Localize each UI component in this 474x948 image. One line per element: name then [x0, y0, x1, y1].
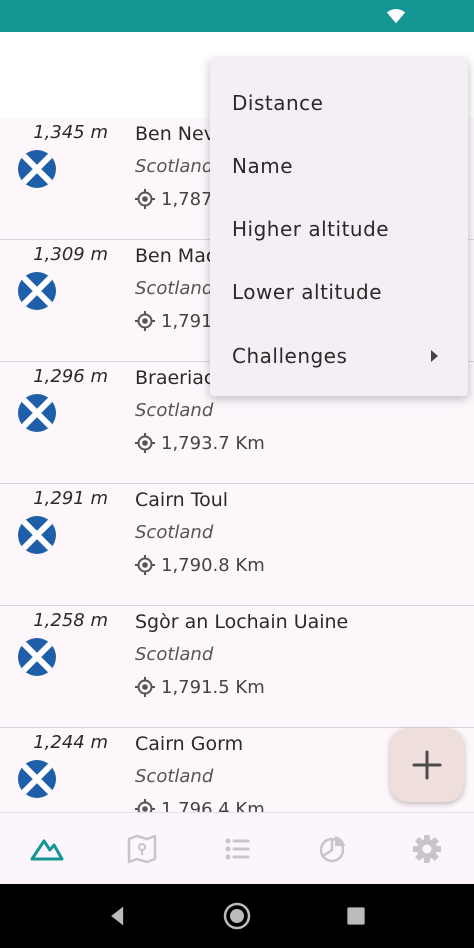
scotland-flag-icon — [18, 150, 56, 188]
peak-altitude: 1,244 m — [33, 732, 108, 753]
add-button[interactable] — [390, 728, 464, 802]
menu-item-name[interactable]: Name — [210, 134, 468, 197]
menu-item-challenges-label: Challenges — [232, 343, 348, 368]
scotland-flag-icon — [18, 760, 56, 798]
location-target-icon — [135, 189, 155, 209]
peak-name: Ben Mac — [135, 245, 217, 267]
map-icon — [127, 834, 157, 864]
plus-icon — [412, 750, 442, 780]
nav-item-list[interactable] — [190, 813, 284, 885]
peak-region: Scotland — [135, 156, 214, 177]
peak-region: Scotland — [135, 522, 214, 543]
nav-item-map[interactable] — [95, 813, 189, 885]
peak-region: Scotland — [135, 400, 214, 421]
peak-name: Braeriac — [135, 367, 215, 389]
peak-region: Scotland — [135, 766, 214, 787]
sort-menu: Distance Name Higher altitude Lower alti… — [210, 58, 468, 396]
peak-row[interactable]: 1,291 m Cairn Toul Scotland 1,790.8 Km — [0, 484, 474, 606]
menu-item-challenges[interactable]: Challenges — [210, 324, 468, 387]
peak-altitude: 1,345 m — [33, 122, 108, 143]
bottom-nav — [0, 812, 474, 884]
peak-name: Cairn Toul — [135, 489, 229, 511]
nav-item-stats[interactable] — [285, 813, 379, 885]
peak-name: Cairn Gorm — [135, 733, 244, 755]
stats-icon — [319, 836, 345, 863]
nav-item-settings[interactable] — [380, 813, 474, 885]
location-target-icon — [135, 311, 155, 331]
location-target-icon — [135, 677, 155, 697]
peak-row[interactable]: 1,258 m Sgòr an Lochain Uaine Scotland 1… — [0, 606, 474, 728]
location-target-icon — [135, 555, 155, 575]
wifi-icon — [386, 9, 406, 24]
peak-altitude: 1,258 m — [33, 610, 108, 631]
back-icon[interactable] — [104, 902, 132, 930]
status-bar — [0, 0, 474, 32]
peak-region: Scotland — [135, 644, 214, 665]
peak-name: Sgòr an Lochain Uaine — [135, 611, 349, 633]
peak-distance: 1,796.4 Km — [161, 798, 265, 813]
peak-distance: 1,793.7 Km — [161, 432, 265, 454]
mountain-icon — [30, 839, 64, 861]
recents-icon[interactable] — [342, 902, 370, 930]
submenu-arrow-icon — [431, 350, 438, 362]
nav-item-peaks[interactable] — [0, 813, 94, 885]
menu-item-lower-altitude[interactable]: Lower altitude — [210, 260, 468, 323]
peak-region: Scotland — [135, 278, 214, 299]
list-icon — [225, 838, 250, 860]
peak-altitude: 1,309 m — [33, 244, 108, 265]
scotland-flag-icon — [18, 516, 56, 554]
system-nav-bar — [0, 884, 474, 948]
menu-item-higher-altitude[interactable]: Higher altitude — [210, 197, 468, 260]
location-target-icon — [135, 799, 155, 812]
scotland-flag-icon — [18, 638, 56, 676]
scotland-flag-icon — [18, 394, 56, 432]
peak-name: Ben Nev — [135, 123, 215, 145]
peak-distance: 1,791.5 Km — [161, 676, 265, 698]
scotland-flag-icon — [18, 272, 56, 310]
peak-altitude: 1,296 m — [33, 366, 108, 387]
peak-altitude: 1,291 m — [33, 488, 108, 509]
peak-distance: 1,790.8 Km — [161, 554, 265, 576]
menu-item-distance[interactable]: Distance — [210, 71, 468, 134]
settings-icon — [413, 835, 441, 863]
home-icon[interactable] — [223, 902, 251, 930]
location-target-icon — [135, 433, 155, 453]
